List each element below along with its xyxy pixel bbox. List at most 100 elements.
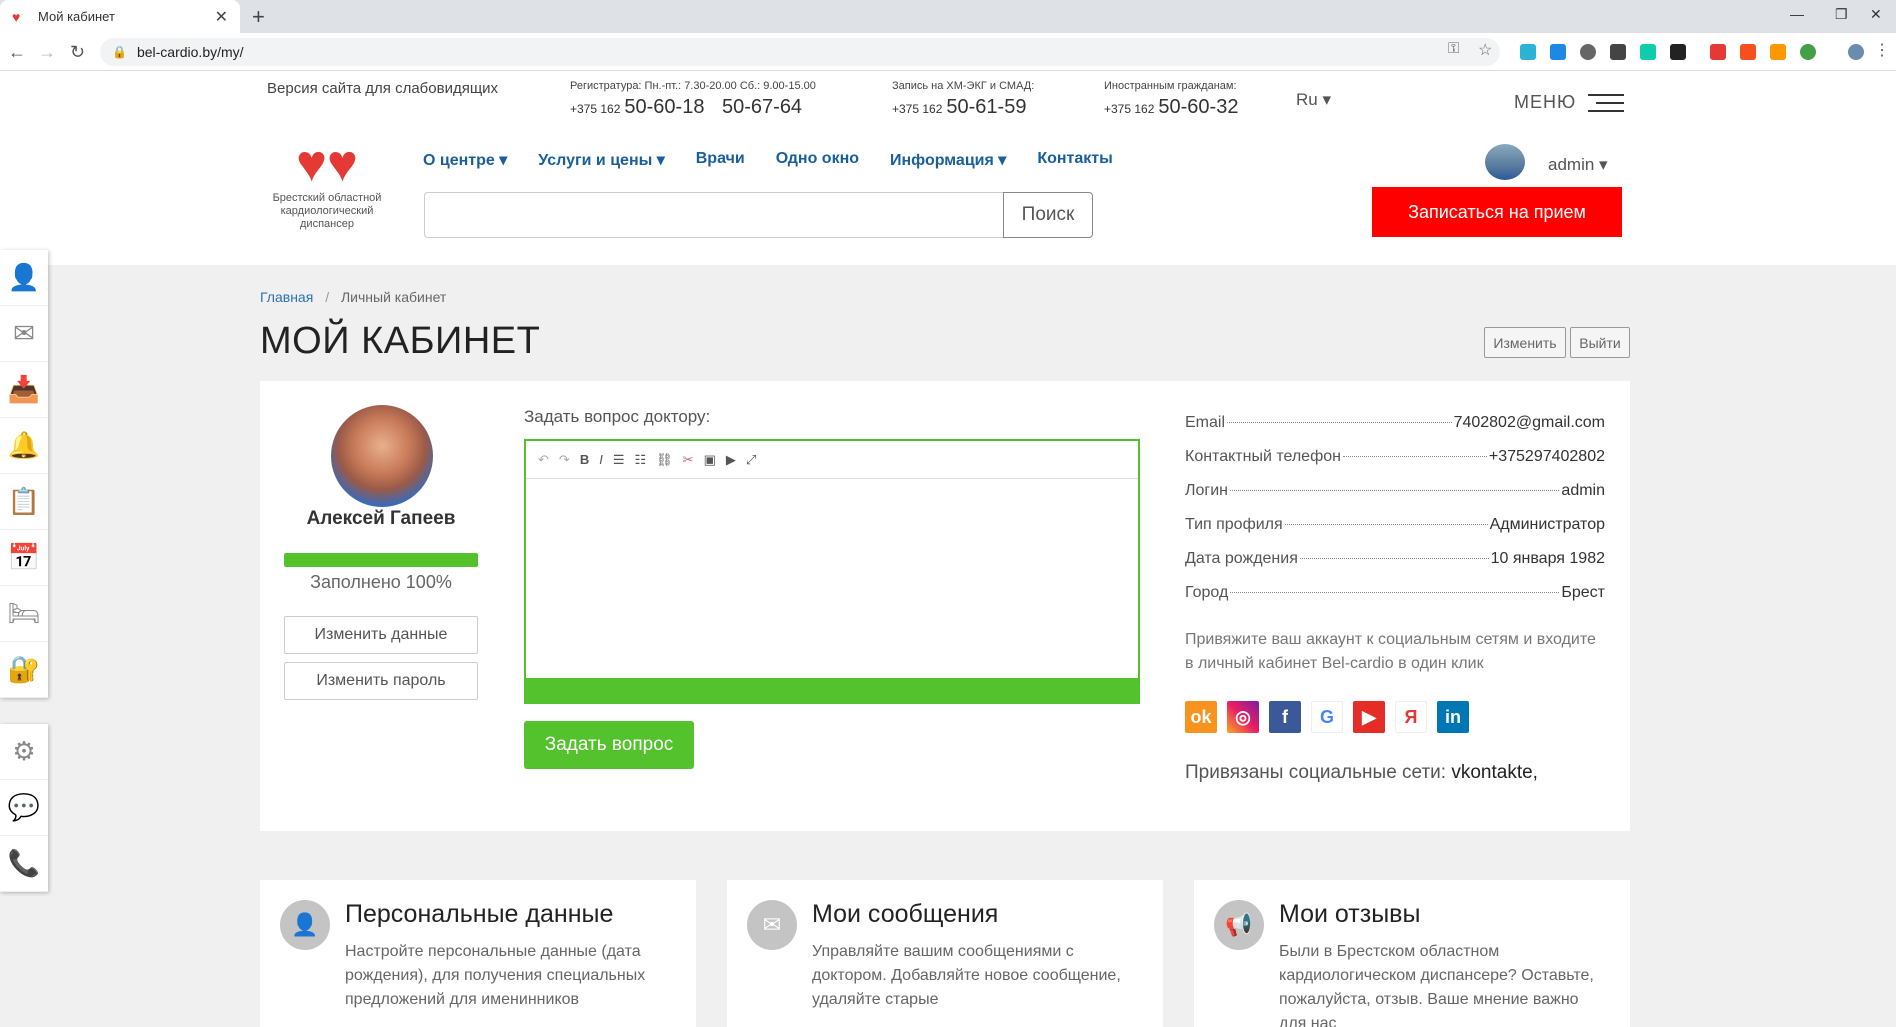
search-button[interactable]: Поиск — [1003, 192, 1093, 238]
extension-icon[interactable] — [1770, 44, 1786, 60]
low-vision-link[interactable]: Версия сайта для слабовидящих — [267, 80, 498, 97]
clipboard-icon[interactable]: 📋 — [0, 474, 48, 530]
star-icon[interactable]: ☆ — [1478, 40, 1494, 59]
info-label: Тип профиля — [1185, 516, 1283, 533]
youtube-icon[interactable]: ▶ — [1353, 701, 1385, 733]
book-appointment-button[interactable]: Записаться на прием — [1372, 187, 1622, 237]
heart-favicon-icon: ♥ — [12, 8, 21, 25]
odnoklassniki-icon[interactable]: ok — [1185, 701, 1217, 733]
extension-icon[interactable] — [1550, 44, 1566, 60]
chat-icon[interactable]: 💬 — [0, 780, 48, 836]
linked-value: vkontakte, — [1451, 762, 1538, 783]
user-menu[interactable]: admin ▾ — [1548, 155, 1608, 175]
ask-question-button[interactable]: Задать вопрос — [524, 721, 694, 769]
change-password-button[interactable]: Изменить пароль — [284, 662, 478, 700]
info-login: Логин admin — [1185, 482, 1605, 504]
yandex-icon[interactable]: Я — [1395, 701, 1427, 733]
minimize-icon[interactable]: — — [1790, 6, 1804, 22]
reload-icon[interactable]: ↻ — [70, 42, 85, 63]
registry-phone-2[interactable]: 50-67-64 — [722, 96, 802, 119]
youtube-icon[interactable]: ▶ — [726, 452, 736, 468]
italic-icon[interactable]: I — [599, 452, 603, 467]
sidebar-group-main: 👤 ✉ 📥 🔔 📋 📅 🛏 🔐 — [0, 250, 48, 698]
foreign-phone[interactable]: +375 162 50-60-32 — [1104, 96, 1238, 119]
question-editor[interactable]: ↶ ↷ B I ☰ ☷ ⛓ ✂ ▣ ▶ ⤢ — [524, 439, 1140, 704]
calendar-icon[interactable]: 📅 — [0, 530, 48, 586]
bold-icon[interactable]: B — [580, 452, 589, 467]
url-text: bel-cardio.by/my/ — [136, 44, 244, 60]
language-selector[interactable]: Ru ▾ — [1296, 90, 1331, 110]
facebook-icon[interactable]: f — [1269, 701, 1301, 733]
back-icon[interactable]: ← — [8, 42, 26, 63]
feature-reviews[interactable]: 📢 Мои отзывы Были в Брестском областном … — [1194, 880, 1630, 1027]
feature-title: Персональные данные — [345, 900, 614, 928]
redo-icon[interactable]: ↷ — [559, 452, 570, 468]
mail-icon[interactable]: ✉ — [0, 306, 48, 362]
registry-phone[interactable]: +375 162 50-60-18 — [570, 96, 704, 119]
key-icon[interactable]: ⚿ — [1448, 40, 1464, 57]
close-window-icon[interactable]: ✕ — [1870, 6, 1882, 23]
nav-item-services[interactable]: Услуги и цены ▾ — [538, 150, 664, 170]
new-tab-icon[interactable]: + — [252, 4, 265, 30]
phone-number: 50-61-59 — [946, 96, 1027, 118]
browser-tab[interactable]: ♥ Мой кабинет ✕ — [0, 0, 240, 33]
nav-item-one-window[interactable]: Одно окно — [776, 150, 859, 170]
phone-icon[interactable]: 📞 — [0, 836, 48, 892]
extension-icon[interactable] — [1520, 44, 1536, 60]
avatar[interactable] — [1485, 144, 1525, 180]
change-data-button[interactable]: Изменить данные — [284, 616, 478, 654]
unordered-list-icon[interactable]: ☷ — [634, 452, 646, 468]
linkedin-icon[interactable]: in — [1437, 701, 1469, 733]
link-icon[interactable]: ⛓ — [656, 452, 673, 468]
bell-icon[interactable]: 🔔 — [0, 418, 48, 474]
feature-messages[interactable]: ✉ Мои сообщения Управляйте вашим сообщен… — [727, 880, 1163, 1027]
inbox-icon[interactable]: 📥 — [0, 362, 48, 418]
main-nav: О центре ▾ Услуги и цены ▾ Врачи Одно ок… — [423, 150, 1113, 170]
nav-label: Услуги и цены — [538, 152, 653, 169]
breadcrumb: Главная / Личный кабинет — [260, 289, 446, 305]
ecg-phone[interactable]: +375 162 50-61-59 — [892, 96, 1026, 119]
menu-label[interactable]: МЕНЮ — [1514, 92, 1576, 113]
forward-icon[interactable]: → — [38, 42, 56, 63]
profile-icon[interactable]: 👤 — [0, 250, 48, 306]
extension-icon[interactable] — [1610, 44, 1626, 60]
edit-button[interactable]: Изменить — [1484, 327, 1566, 358]
breadcrumb-home[interactable]: Главная — [260, 289, 313, 305]
nav-item-contacts[interactable]: Контакты — [1037, 150, 1112, 170]
menu-dots-icon[interactable]: ⋮ — [1874, 40, 1890, 59]
undo-icon[interactable]: ↶ — [538, 452, 549, 468]
extension-icon[interactable] — [1670, 44, 1686, 60]
extension-icon[interactable] — [1740, 44, 1756, 60]
extension-icon[interactable] — [1800, 44, 1816, 60]
nav-item-about[interactable]: О центре ▾ — [423, 150, 507, 170]
feature-desc: Были в Брестском областном кардиологичес… — [1279, 943, 1594, 1027]
search-input[interactable] — [424, 192, 1004, 238]
unlink-icon[interactable]: ✂ — [683, 452, 694, 468]
info-profile-type: Тип профиля Администратор — [1185, 516, 1605, 538]
linked-socials: Привязаны социальные сети: vkontakte, — [1185, 762, 1538, 784]
nav-item-info[interactable]: Информация ▾ — [890, 150, 1006, 170]
google-icon[interactable]: G — [1311, 701, 1343, 733]
restore-icon[interactable]: ❐ — [1835, 6, 1848, 23]
image-icon[interactable]: ▣ — [704, 452, 716, 468]
bed-icon[interactable]: 🛏 — [0, 586, 48, 642]
extension-icon[interactable] — [1640, 44, 1656, 60]
instagram-icon[interactable]: ◎ — [1227, 701, 1259, 733]
nav-label: О центре — [423, 152, 495, 169]
nav-item-doctors[interactable]: Врачи — [696, 150, 745, 170]
settings-icon[interactable]: ⚙ — [0, 724, 48, 780]
ordered-list-icon[interactable]: ☰ — [613, 452, 625, 468]
user-lock-icon[interactable]: 🔐 — [0, 642, 48, 698]
extension-icon[interactable] — [1710, 44, 1726, 60]
site-logo[interactable]: ♥♥ Брестский областной кардиологический … — [266, 136, 388, 231]
editor-resize-bar[interactable] — [526, 678, 1138, 702]
feature-personal-data[interactable]: 👤 Персональные данные Настройте персонал… — [260, 880, 696, 1027]
logout-button[interactable]: Выйти — [1570, 327, 1630, 358]
extension-icon[interactable] — [1580, 44, 1596, 60]
address-bar[interactable]: 🔒 bel-cardio.by/my/ — [100, 38, 1500, 66]
hamburger-icon[interactable] — [1588, 94, 1624, 118]
tab-close-icon[interactable]: ✕ — [215, 7, 228, 27]
profile-icon[interactable] — [1848, 44, 1864, 60]
tab-title: Мой кабинет — [38, 9, 115, 24]
fullscreen-icon[interactable]: ⤢ — [746, 452, 756, 468]
